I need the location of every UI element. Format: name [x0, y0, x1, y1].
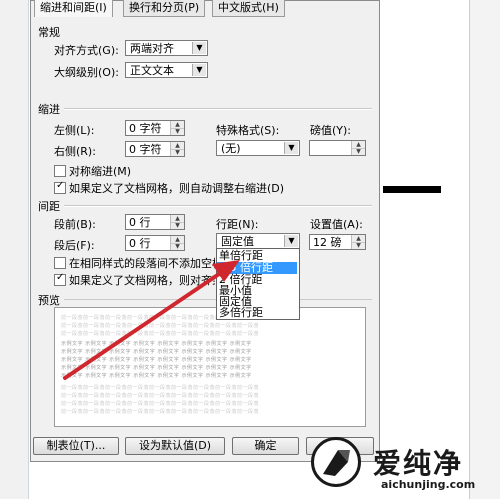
- brand-logo: [311, 437, 361, 487]
- brand-name: 爱纯净: [373, 447, 464, 480]
- annotation-arrow: [63, 260, 240, 380]
- brand-url: aichunjing.com: [381, 478, 476, 491]
- logo-mark-icon: [323, 450, 350, 476]
